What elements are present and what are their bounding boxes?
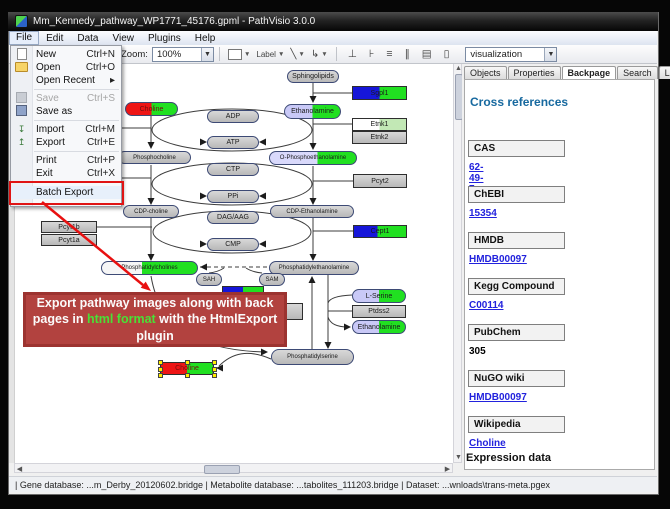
distribute-vertical-icon[interactable]: ∥ [404,48,409,60]
menubar-item-edit[interactable]: Edit [39,32,70,45]
menubar-item-help[interactable]: Help [188,32,223,45]
backpage-link[interactable]: C00114 [469,300,503,311]
chevron-down-icon[interactable]: ▼ [544,48,556,61]
connector-tool-button[interactable]: ↳ ▼ [311,49,328,60]
callout-text: Export pathway images along with back pa… [30,295,280,344]
menu-bar: FileEditDataViewPluginsHelp [9,31,657,46]
annotation-callout: Export pathway images along with back pa… [23,292,287,347]
import-icon: ↧ [11,124,32,135]
menu-separator [34,89,119,90]
backpage-link[interactable]: HMDB00097 [469,254,527,265]
cross-references-heading: Cross references [470,95,568,109]
distribute-horizontal-icon[interactable]: ≡ [386,48,392,60]
backpage-section-hmdb: HMDB [468,232,565,249]
file-menu-item-export[interactable]: ↥ExportCtrl+E [11,136,121,149]
backpage-section-cas: CAS [468,140,565,157]
status-bar: | Gene database: ...m_Derby_20120602.bri… [9,476,657,492]
tab-objects[interactable]: Objects [464,66,507,79]
backpage-link[interactable]: Choline [469,438,506,449]
save-as-icon [11,105,32,118]
expression-data-heading: Expression data [466,452,551,464]
backpage-section-kegg-compound: Kegg Compound [468,278,565,295]
canvas-vertical-scrollbar[interactable]: ▲ ▼ [453,63,462,463]
backpage-section-chebi: ChEBI [468,186,565,203]
menu-separator [34,151,119,152]
chevron-down-icon[interactable]: ▼ [278,51,284,58]
backpage-link[interactable]: 15354 [469,208,497,219]
line-tool-button[interactable]: ╲ ▼ [290,49,304,60]
datanode-tool-icon [228,49,242,60]
backpage-link[interactable]: HMDB00097 [469,392,527,403]
side-panel-tabs: ObjectsPropertiesBackpageSearchLegend [464,66,670,79]
backpage-section-nugo-wiki: NuGO wiki [468,370,565,387]
chevron-down-icon[interactable]: ▼ [201,48,213,61]
zoom-combobox[interactable]: 100% ▼ [152,47,214,62]
align-center-icon[interactable]: ⊥ [348,48,357,60]
callout-highlight: html format [87,312,156,326]
stack-horizontal-icon[interactable]: ▤ [422,48,432,60]
file-menu-item-print[interactable]: PrintCtrl+P [11,154,121,167]
menubar-item-data[interactable]: Data [70,32,105,45]
backpage-section-pubchem: PubChem [468,324,565,341]
menubar-item-file[interactable]: File [9,31,39,45]
new-document-icon [11,48,32,62]
app-icon [15,15,28,28]
backpage-value: 305 [469,346,486,357]
align-middle-icon[interactable]: ⊦ [369,48,374,60]
menu-separator [34,120,119,121]
file-menu-item-save[interactable]: SaveCtrl+S [11,92,121,105]
batch-export-highlight-box [9,181,124,205]
chevron-down-icon[interactable]: ▼ [244,51,250,58]
title-bar[interactable]: Mm_Kennedy_pathway_WP1771_45176.gpml - P… [8,12,658,31]
connector-tool-icon: ↳ [311,49,319,60]
open-folder-icon [11,62,32,74]
file-menu-item-new[interactable]: NewCtrl+N [11,48,121,61]
file-menu-item-exit[interactable]: ExitCtrl+X [11,167,121,180]
stack-vertical-icon[interactable]: ▯ [444,48,450,60]
scroll-right-icon[interactable]: ▶ [443,465,452,474]
scroll-left-icon[interactable]: ◀ [15,465,24,474]
zoom-label: Zoom: [121,49,148,60]
window-title: Mm_Kennedy_pathway_WP1771_45176.gpml - P… [33,16,315,27]
backpage-panel [464,79,655,470]
canvas-horizontal-scrollbar[interactable]: ◀ ▶ [14,463,453,473]
tab-legend[interactable]: Legend [659,66,670,79]
chevron-down-icon[interactable]: ▼ [321,51,327,58]
chevron-down-icon[interactable]: ▼ [298,51,304,58]
menubar-item-plugins[interactable]: Plugins [141,32,188,45]
save-icon [11,92,32,105]
file-menu-item-open-recent[interactable]: Open Recent▸ [11,74,121,87]
export-icon: ↥ [11,137,32,148]
line-tool-icon: ╲ [290,49,296,60]
file-menu-item-save-as[interactable]: Save as [11,105,121,118]
menubar-item-view[interactable]: View [105,32,141,45]
backpage-section-wikipedia: Wikipedia [468,416,565,433]
datanode-tool-button[interactable]: ▼ [228,49,250,60]
visualization-combobox[interactable]: visualization ▼ [465,47,557,62]
tab-search[interactable]: Search [617,66,658,79]
tab-properties[interactable]: Properties [508,66,561,79]
horizontal-scroll-thumb[interactable] [204,465,240,474]
label-tool-button[interactable]: Label ▼ [256,50,284,59]
tab-backpage[interactable]: Backpage [562,66,617,80]
status-text: | Gene database: ...m_Derby_20120602.bri… [15,480,550,490]
file-menu-item-open[interactable]: OpenCtrl+O [11,61,121,74]
file-menu-item-import[interactable]: ↧ImportCtrl+M [11,123,121,136]
